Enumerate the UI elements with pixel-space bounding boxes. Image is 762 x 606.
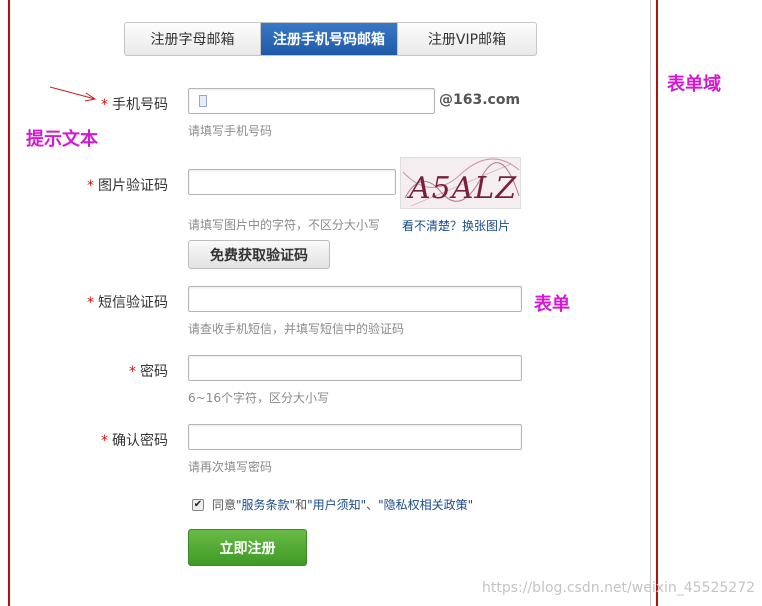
phone-label: * 手机号码 (101, 97, 168, 113)
sms-code-label: * 短信验证码 (87, 295, 168, 311)
sms-code-hint: 请查收手机短信，并填写短信中的验证码 (188, 322, 405, 336)
captcha-noise-icon: A5ALZ (402, 158, 520, 207)
agreement-checkbox[interactable]: ✔ (192, 498, 204, 511)
required-mark: * (129, 364, 136, 380)
annotation-form: 表单 (534, 294, 570, 315)
confirm-password-hint: 请再次填写密码 (188, 460, 273, 474)
annotation-hint-text: 提示文本 (26, 129, 98, 150)
tab-vip-email[interactable]: 注册VIP邮箱 (398, 23, 536, 55)
captcha-input[interactable] (188, 169, 396, 195)
register-type-tabs: 注册字母邮箱 注册手机号码邮箱 注册VIP邮箱 (124, 22, 537, 56)
captcha-hint: 请填写图片中的字符，不区分大小写 (188, 218, 381, 232)
agreement-row: ✔ 同意 "服务条款" 和 "用户须知" 、 "隐私权相关政策" (192, 496, 473, 513)
terms-of-service-link[interactable]: "服务条款" (236, 496, 295, 513)
confirm-password-input[interactable] (188, 424, 522, 450)
captcha-label: * 图片验证码 (87, 178, 168, 194)
required-mark: * (101, 97, 108, 113)
required-mark: * (87, 178, 94, 194)
form-field-border-left (8, 0, 10, 606)
tab-letter-email[interactable]: 注册字母邮箱 (125, 23, 261, 55)
sms-code-input[interactable] (188, 286, 522, 312)
form-field-border-right (656, 0, 658, 606)
confirm-password-label: * 确认密码 (101, 433, 168, 449)
annotation-form-field: 表单域 (667, 74, 721, 95)
captcha-text: A5ALZ (406, 171, 517, 206)
register-submit-button[interactable]: 立即注册 (188, 529, 307, 566)
user-notice-link[interactable]: "用户须知" (307, 496, 366, 513)
captcha-image[interactable]: A5ALZ (400, 157, 521, 209)
password-input[interactable] (188, 355, 522, 381)
privacy-policy-link[interactable]: "隐私权相关政策" (378, 496, 473, 513)
agreement-separator: 、 (366, 498, 379, 512)
agreement-prefix: 同意 (212, 498, 237, 512)
captcha-refresh-link[interactable]: 看不清楚？换张图片 (402, 217, 510, 234)
phone-hint: 请填写手机号码 (188, 124, 273, 138)
input-cursor-icon (199, 95, 207, 107)
password-label: * 密码 (129, 364, 168, 380)
password-hint: 6~16个字符，区分大小写 (188, 391, 329, 405)
agreement-and: 和 (295, 498, 308, 512)
phone-input[interactable] (188, 88, 435, 114)
domain-suffix: @163.com (439, 92, 521, 108)
required-mark: * (87, 295, 94, 311)
get-sms-code-button[interactable]: 免费获取验证码 (188, 240, 330, 269)
watermark: https://blog.csdn.net/weixin_45525272 (482, 580, 756, 596)
page-divider (650, 0, 651, 606)
required-mark: * (101, 433, 108, 449)
tab-phone-email[interactable]: 注册手机号码邮箱 (261, 23, 398, 55)
